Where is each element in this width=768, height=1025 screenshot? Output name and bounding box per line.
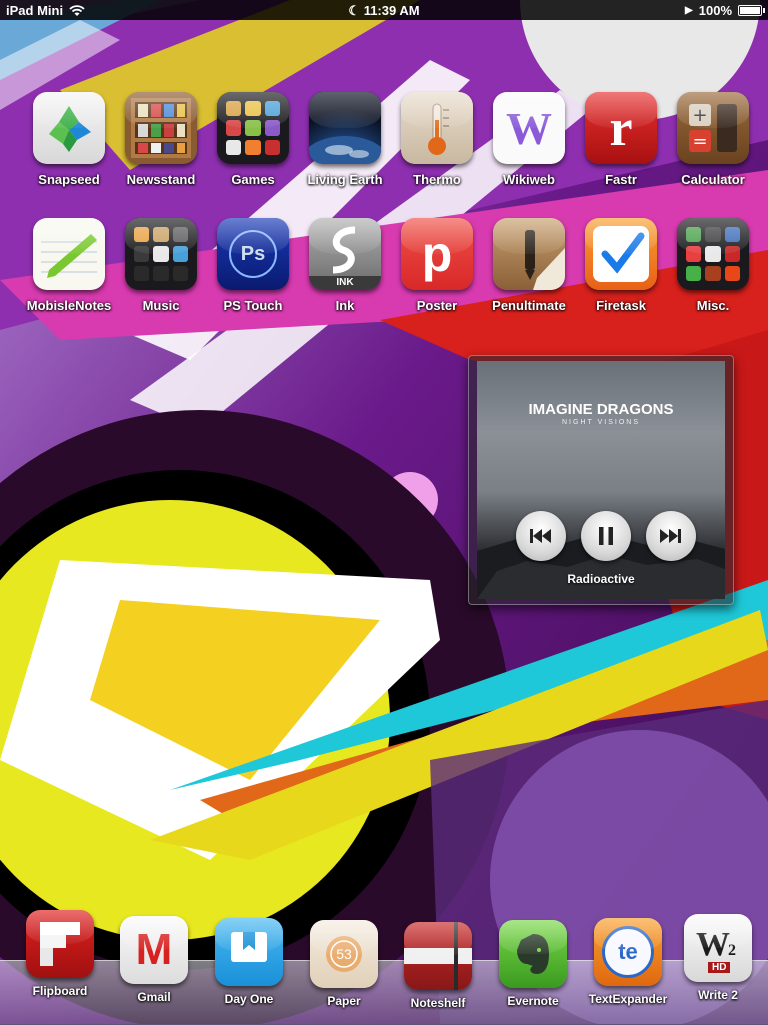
app-label: Wikiweb bbox=[503, 172, 555, 187]
app-newsstand[interactable]: Newsstand bbox=[115, 92, 207, 187]
dock-app-day-one[interactable]: Day One bbox=[201, 918, 297, 1006]
app-label: Poster bbox=[416, 298, 458, 313]
dock-app-evernote[interactable]: Evernote bbox=[485, 920, 581, 1008]
band-name: IMAGINE DRAGONS bbox=[528, 401, 674, 418]
album-cover: IMAGINE DRAGONS NIGHT VISIONS Radioactiv… bbox=[477, 361, 725, 599]
app-label: Snapseed bbox=[38, 172, 100, 187]
calculator-icon: + = bbox=[677, 92, 749, 164]
do-not-disturb-icon: ☾ bbox=[348, 3, 361, 18]
games-folder-icon bbox=[217, 92, 289, 164]
svg-text:+: + bbox=[692, 105, 707, 126]
dock-app-paper[interactable]: 53 Paper bbox=[296, 920, 392, 1008]
flipboard-icon bbox=[26, 910, 94, 978]
app-wikiweb[interactable]: W Wikiweb bbox=[483, 92, 575, 187]
app-snapseed[interactable]: Snapseed bbox=[23, 92, 115, 187]
app-music-folder[interactable]: Music bbox=[115, 218, 207, 313]
music-folder-icon bbox=[125, 218, 197, 290]
ps-touch-icon: Ps bbox=[217, 218, 289, 290]
misc-folder-icon bbox=[677, 218, 749, 290]
fastr-icon: r bbox=[585, 92, 657, 164]
textexpander-icon: te bbox=[594, 918, 662, 986]
song-title: Radioactive bbox=[567, 572, 635, 586]
app-firetask[interactable]: Firetask bbox=[575, 218, 667, 313]
evernote-icon bbox=[499, 920, 567, 988]
album-name: NIGHT VISIONS bbox=[562, 419, 640, 426]
pause-button[interactable] bbox=[581, 511, 631, 561]
app-mobislenotes[interactable]: MobisleNotes bbox=[23, 218, 115, 313]
app-ps-touch[interactable]: Ps PS Touch bbox=[207, 218, 299, 313]
poster-icon: p bbox=[401, 218, 473, 290]
app-label: Living Earth bbox=[307, 172, 383, 187]
play-status-icon: ▶ bbox=[685, 5, 693, 16]
svg-text:=: = bbox=[692, 131, 707, 152]
app-label: Ink bbox=[335, 298, 355, 313]
app-poster[interactable]: p Poster bbox=[391, 218, 483, 313]
app-label: Fastr bbox=[605, 172, 637, 187]
newsstand-icon bbox=[125, 92, 197, 164]
app-label: Flipboard bbox=[32, 984, 88, 998]
now-playing-widget[interactable]: IMAGINE DRAGONS NIGHT VISIONS Radioactiv… bbox=[468, 355, 734, 605]
battery-percent: 100% bbox=[698, 3, 732, 18]
battery-icon bbox=[738, 5, 765, 16]
app-label: Calculator bbox=[681, 172, 745, 187]
app-label: Thermo bbox=[413, 172, 461, 187]
app-thermo[interactable]: Thermo bbox=[391, 92, 483, 187]
pause-icon bbox=[599, 527, 613, 545]
thermo-icon bbox=[401, 92, 473, 164]
status-bar: iPad Mini ☾ 11:39 AM ▶ 100% bbox=[0, 0, 768, 20]
living-earth-icon bbox=[309, 92, 381, 164]
app-calculator[interactable]: + = Calculator bbox=[667, 92, 759, 187]
app-label: Firetask bbox=[596, 298, 646, 313]
app-label: PS Touch bbox=[223, 298, 283, 313]
previous-track-button[interactable] bbox=[516, 511, 566, 561]
paper-icon: 53 bbox=[310, 920, 378, 988]
next-track-icon bbox=[660, 529, 681, 543]
snapseed-icon bbox=[33, 92, 105, 164]
app-fastr[interactable]: r Fastr bbox=[575, 92, 667, 187]
app-label: TextExpander bbox=[588, 992, 668, 1006]
app-label: Gmail bbox=[137, 990, 171, 1004]
write2-icon: W 2 HD bbox=[684, 914, 752, 982]
next-track-button[interactable] bbox=[646, 511, 696, 561]
app-label: Music bbox=[142, 298, 180, 313]
app-misc-folder[interactable]: Misc. bbox=[667, 218, 759, 313]
day-one-icon bbox=[215, 918, 283, 986]
dock-app-flipboard[interactable]: Flipboard bbox=[12, 910, 108, 998]
app-label: MobisleNotes bbox=[26, 298, 112, 313]
app-ink[interactable]: INK Ink bbox=[299, 218, 391, 313]
app-label: Noteshelf bbox=[410, 996, 466, 1010]
penultimate-icon bbox=[493, 218, 565, 290]
app-living-earth[interactable]: Living Earth bbox=[299, 92, 391, 187]
app-games-folder[interactable]: Games bbox=[207, 92, 299, 187]
gmail-icon: M bbox=[120, 916, 188, 984]
previous-track-icon bbox=[530, 529, 551, 543]
app-label: Penultimate bbox=[492, 298, 566, 313]
noteshelf-icon bbox=[404, 922, 472, 990]
app-label: Paper bbox=[327, 994, 361, 1008]
app-penultimate[interactable]: Penultimate bbox=[483, 218, 575, 313]
app-label: Write 2 bbox=[698, 988, 738, 1002]
app-label: Day One bbox=[224, 992, 274, 1006]
dock-app-write2[interactable]: W 2 HD Write 2 bbox=[670, 914, 766, 1002]
firetask-icon bbox=[585, 218, 657, 290]
dock-app-textexpander[interactable]: te TextExpander bbox=[580, 918, 676, 1006]
wikiweb-icon: W bbox=[493, 92, 565, 164]
app-label: Misc. bbox=[696, 298, 730, 313]
dock-app-gmail[interactable]: M Gmail bbox=[106, 916, 202, 1004]
app-label: Evernote bbox=[507, 994, 559, 1008]
dock-app-noteshelf[interactable]: Noteshelf bbox=[390, 922, 486, 1010]
mobislenotes-icon bbox=[33, 218, 105, 290]
clock: 11:39 AM bbox=[363, 3, 420, 18]
app-label: Games bbox=[231, 172, 275, 187]
app-label: Newsstand bbox=[126, 172, 196, 187]
ink-icon: INK bbox=[309, 218, 381, 290]
